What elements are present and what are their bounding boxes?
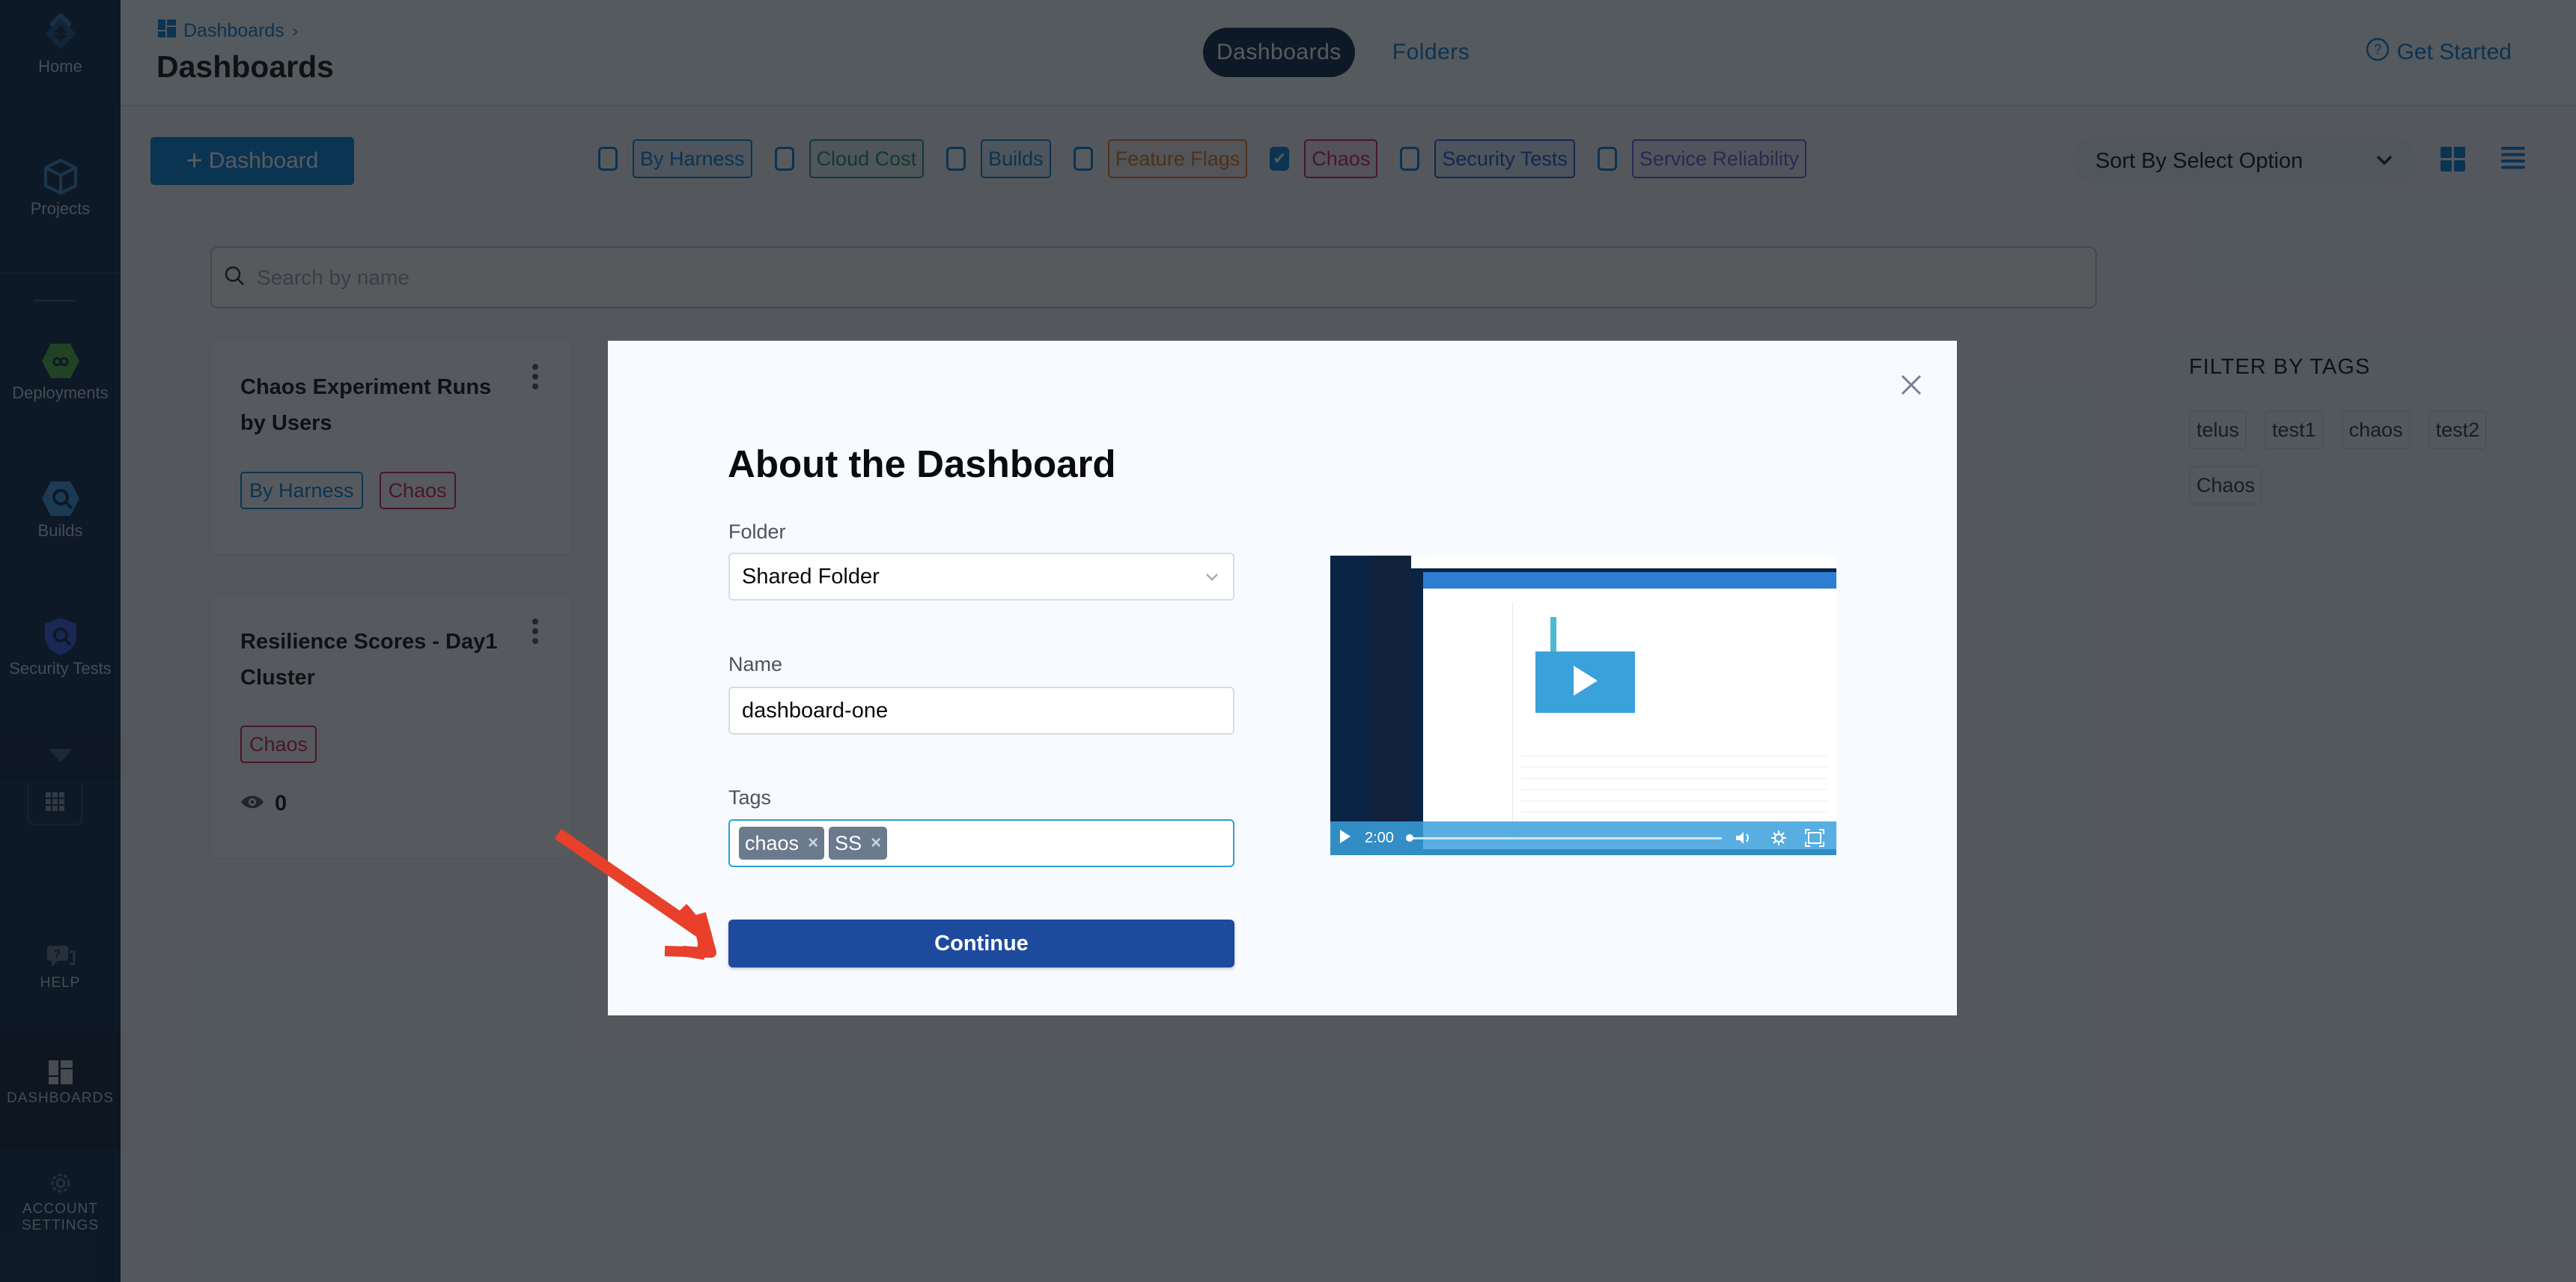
video-thumbnail-header xyxy=(1411,556,1836,568)
play-icon xyxy=(1572,664,1599,701)
continue-button[interactable]: Continue xyxy=(728,920,1234,967)
video-play-overlay-button[interactable] xyxy=(1535,651,1635,713)
tag-pill: chaos × xyxy=(739,827,825,860)
remove-tag-icon[interactable]: × xyxy=(808,833,818,854)
video-progress-track[interactable] xyxy=(1409,837,1722,839)
name-input[interactable]: dashboard-one xyxy=(728,687,1234,735)
settings-icon[interactable] xyxy=(1770,830,1787,851)
video-controls: 2:00 xyxy=(1330,821,1836,855)
play-icon[interactable] xyxy=(1339,829,1351,848)
name-label: Name xyxy=(728,653,783,675)
tags-label: Tags xyxy=(728,786,772,809)
video-progress-handle[interactable] xyxy=(1406,834,1413,842)
fullscreen-icon[interactable] xyxy=(1805,829,1824,851)
video-duration: 2:00 xyxy=(1365,830,1394,846)
close-button[interactable] xyxy=(1901,374,1922,395)
folder-select[interactable]: Shared Folder xyxy=(728,553,1234,601)
tag-pill-label: chaos xyxy=(745,831,800,854)
annotation-arrow xyxy=(554,824,734,970)
name-value: dashboard-one xyxy=(742,698,889,723)
modal-title: About the Dashboard xyxy=(728,443,1116,485)
tags-input[interactable]: chaos × SS × xyxy=(728,819,1234,867)
remove-tag-icon[interactable]: × xyxy=(871,833,881,854)
tag-pill-label: SS xyxy=(835,831,862,854)
video-thumbnail-sidebar xyxy=(1330,556,1371,855)
folder-label: Folder xyxy=(728,520,786,543)
volume-icon[interactable] xyxy=(1735,830,1753,851)
folder-value: Shared Folder xyxy=(742,564,880,589)
video-player[interactable]: 2:00 xyxy=(1330,556,1836,855)
video-thumbnail-nav xyxy=(1371,556,1411,855)
close-icon xyxy=(1901,374,1922,398)
chevron-down-icon xyxy=(1205,568,1220,592)
tag-pill: SS × xyxy=(829,827,888,860)
